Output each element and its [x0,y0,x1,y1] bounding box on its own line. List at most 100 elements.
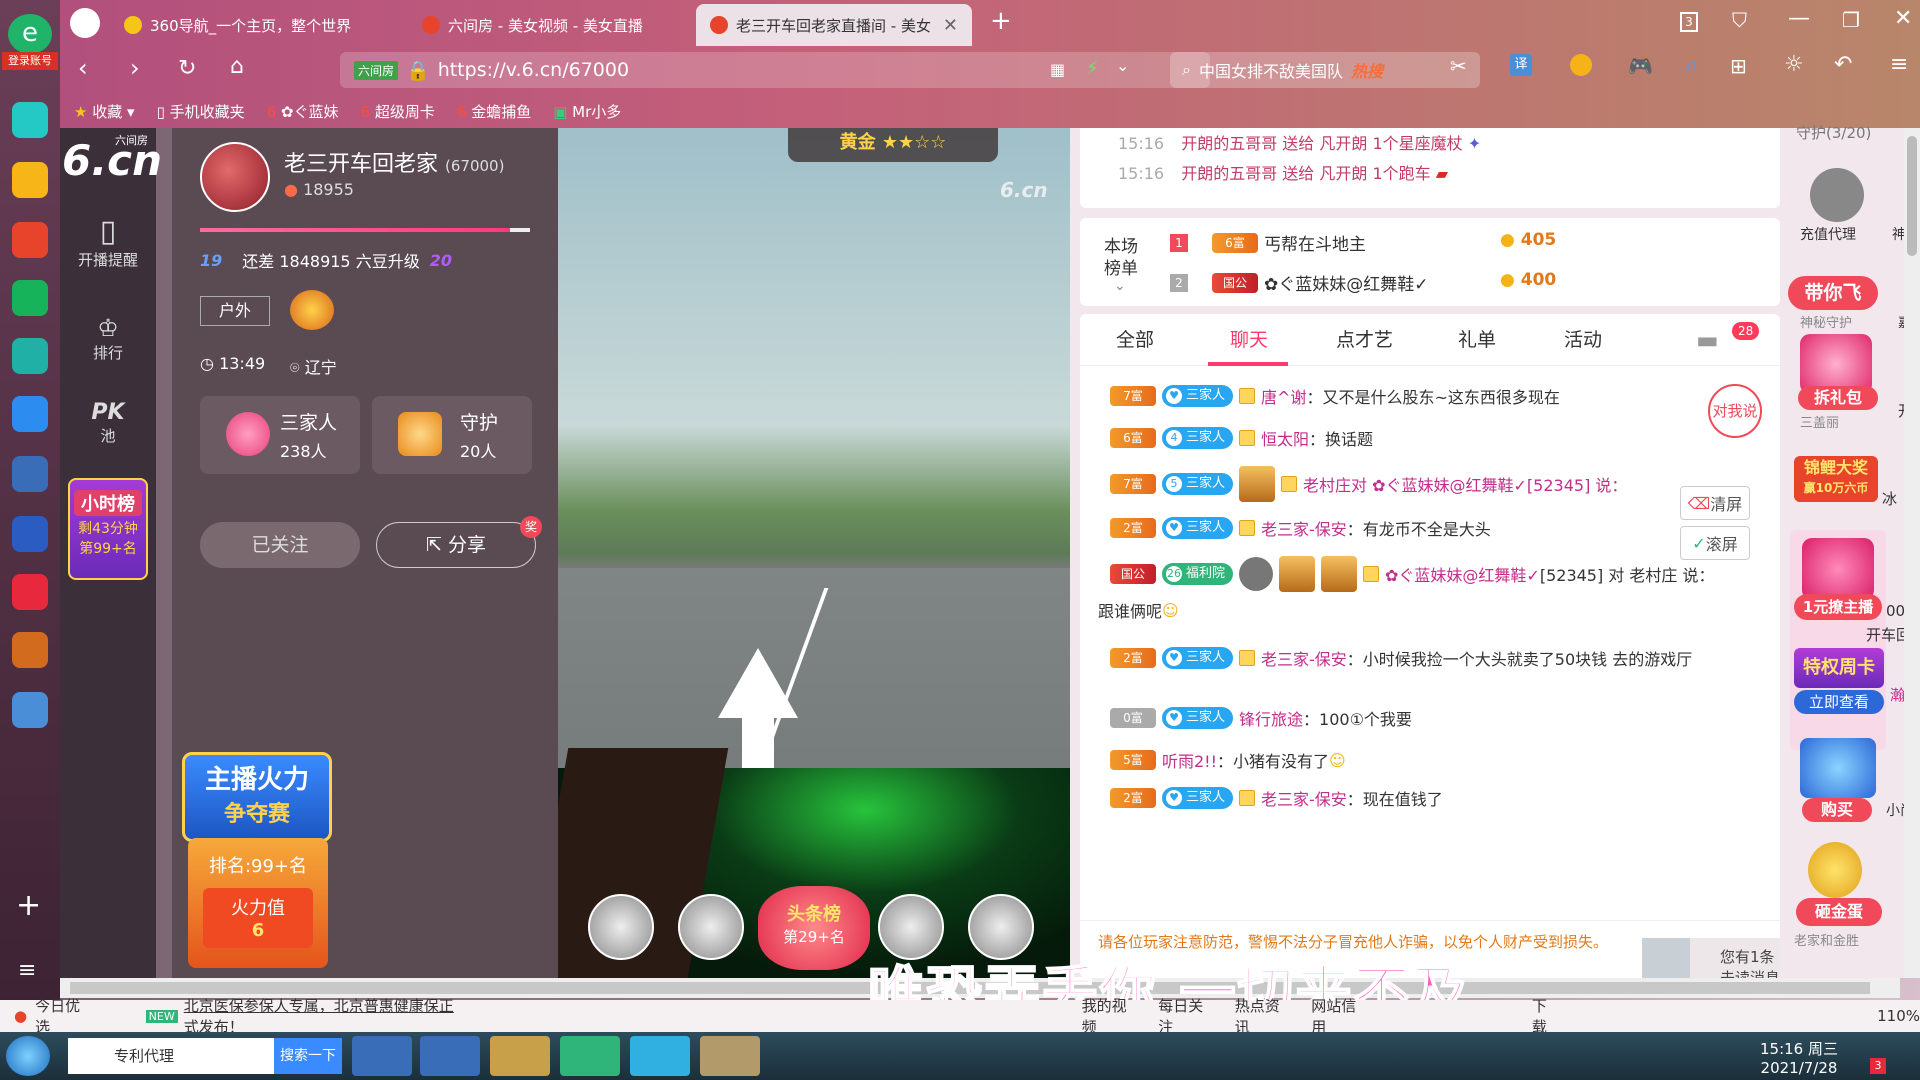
home-icon[interactable]: ⌂ [230,54,244,79]
tab-talent[interactable]: 点才艺 [1336,314,1393,366]
anchor-avatar[interactable] [200,142,270,212]
app-icon-plus[interactable] [12,102,48,138]
p-app-icon[interactable] [12,396,48,432]
notification-badge[interactable]: 3 [1870,1058,1886,1074]
hour-rank-widget[interactable]: 小时榜 剩43分钟 第99+名 [68,478,148,580]
clock[interactable]: 15:16 周三 2021/7/28 [1760,1038,1838,1077]
category-tag[interactable]: 户外 [200,296,270,326]
site-credit-link[interactable]: 网站信用 [1311,995,1362,1037]
skin-icon[interactable]: ⛉ [1732,8,1747,32]
taskbar-media[interactable] [630,1036,690,1076]
guard-avatar[interactable] [1810,168,1864,222]
cloud-icon[interactable] [12,338,48,374]
gift-box-icon[interactable] [1800,334,1872,394]
anchor-promo[interactable]: 1元撩主播 [1794,594,1882,620]
chat-message[interactable]: 5富 听雨2!! ：小猪有没有了 ☺ [1110,748,1346,772]
chat-message[interactable]: 2富 ♥ 三家人 老三家-保安 ：小时候我捡一个大头就卖了50块钱 去的游戏厅 [1110,646,1692,670]
weibo-icon[interactable] [12,222,48,258]
bookmark-weekcard[interactable]: 6 超级周卡 [361,101,435,122]
brightness-icon[interactable]: ☼ [1784,52,1804,77]
chat-message[interactable]: 7富 ♥ 三家人 唐^谢 ：又不是什么股东~这东西很多现在 [1110,384,1560,408]
chat-message[interactable]: 0富 ♥ 三家人 锋行旅途 ：100①个我要 [1110,706,1412,730]
game-icon[interactable]: 🎮 [1628,54,1653,78]
golden-egg-icon[interactable] [1808,842,1862,898]
coin-icon[interactable] [1570,54,1592,76]
viewer-avatar[interactable] [588,894,654,960]
share-button[interactable]: ⇱ 分享 [376,522,536,568]
chat-message[interactable]: 国公 26 福利院 ✿ぐ蓝妹妹@红舞鞋✓ [52345] 对 老村庄 说： [1110,556,1715,592]
menu-icon[interactable]: ≡ [18,958,36,983]
start-button[interactable] [6,1036,50,1076]
navigator-icon[interactable] [70,8,100,38]
taskbar-explorer[interactable] [490,1036,550,1076]
main-menu-icon[interactable]: ≡ [1890,52,1908,77]
bookmark-lanmei[interactable]: 6 ✿ぐ蓝妹 [267,101,339,122]
red-app-icon[interactable] [12,574,48,610]
bookmark-mr[interactable]: ▣ Mr小多 [553,101,621,122]
url-dropdown-icon[interactable]: ⌄ [1116,56,1129,75]
browser-logo-icon[interactable]: e [8,14,52,54]
daily-link[interactable]: 每日关注 [1158,995,1209,1037]
clear-screen-button[interactable]: ⌫ 清屏 [1680,486,1750,520]
chat-message[interactable]: 6富 4 三家人 恒太阳 ：换话题 [1110,426,1373,450]
bookmark-favorites[interactable]: ★ 收藏 ▾ [74,101,135,122]
smash-egg-button[interactable]: 砸金蛋 [1796,898,1882,926]
forward-icon[interactable]: › [130,54,140,82]
bookmark-mobile[interactable]: ▯ 手机收藏夹 [157,101,245,122]
game2-icon[interactable] [12,632,48,668]
taskbar-app[interactable] [700,1036,760,1076]
car-icon[interactable]: ▬ [1696,314,1719,366]
reload-icon[interactable]: ↻ [178,56,196,81]
restore-icon[interactable]: ❐ [1842,8,1860,32]
apps-grid-icon[interactable]: ⊞ [1730,54,1747,78]
fire-contest-widget[interactable]: 主播火力 争夺赛 排名:99+名 火力值 6 [182,752,332,972]
start-live-reminder[interactable]: ▯ 开播提醒 [60,214,156,270]
taskbar-search-button[interactable]: 搜索一下 [274,1038,342,1074]
word-icon[interactable] [12,516,48,552]
download-link[interactable]: 下载 [1532,995,1557,1037]
translate-icon[interactable]: 译 [1510,54,1532,76]
followed-button[interactable]: 已关注 [200,522,360,568]
address-bar[interactable]: 六间房 🔒 https://v.6.cn/67000 [340,52,1210,88]
chat-message[interactable]: 7富 5 三家人 老村庄 对 ✿ぐ蓝妹妹@红舞鞋✓[52345] 说： [1110,466,1627,502]
zoom-level[interactable]: 110% [1877,1007,1920,1025]
new-tab-button[interactable]: + [990,6,1012,36]
hot-news-link[interactable]: 热点资讯 [1235,995,1286,1037]
favorites-icon[interactable] [12,162,48,198]
headline-rank-widget[interactable]: 头条榜 第29+名 [758,886,870,970]
tab-count-icon[interactable]: 3 [1680,12,1698,32]
pk-pool-nav[interactable]: PK 池 [60,400,156,446]
close-tab-icon[interactable]: ✕ [943,15,958,36]
buy-button[interactable]: 购买 [1802,798,1872,822]
guard-card[interactable]: 守护 20人 [372,396,532,474]
heart-gift-icon[interactable] [1802,538,1874,600]
view-now-button[interactable]: 立即查看 [1794,690,1884,714]
undo-icon[interactable]: ↶ [1834,52,1852,77]
rank-nav[interactable]: ♔ 排行 [60,314,156,363]
taskbar-ie[interactable] [420,1036,480,1076]
login-label[interactable]: 登录账号 [2,52,58,70]
speed-icon[interactable]: ⚡ [1086,58,1099,79]
tab-gift-list[interactable]: 礼单 [1458,314,1496,366]
bookmark-fishing[interactable]: 6 金蟾捕鱼 [457,101,531,122]
family-card[interactable]: 三家人 238人 [200,396,360,474]
koi-promo[interactable]: 锦鲤大奖 赢10万六币 [1794,456,1878,502]
taskbar-app-k[interactable] [352,1036,412,1076]
tab-6cn[interactable]: 六间房 - 美女视频 - 美女直播 [408,4,698,46]
taskbar-browser[interactable] [560,1036,620,1076]
qr-icon[interactable]: ▦ [1050,60,1065,79]
rank-row[interactable]: 1 6富 丐帮在斗地主 [1170,230,1484,255]
tab-all[interactable]: 全部 [1116,314,1154,366]
url-text[interactable]: https://v.6.cn/67000 [438,59,629,81]
my-video-link[interactable]: 我的视频 [1082,995,1133,1037]
rank-row[interactable]: 2 国公 ✿ぐ蓝妹妹@红舞鞋✓ [1170,270,1484,295]
expand-chevron-icon[interactable]: ⌄ [1114,278,1126,294]
tab-active-room[interactable]: 老三开车回老家直播间 - 美女 ✕ [696,4,972,46]
fly-promo[interactable]: 带你飞 [1788,276,1878,310]
trophy-icon[interactable] [290,290,334,330]
live-video[interactable]: 黄金 ★★☆☆ 6.cn 头条榜 第29+名 [558,128,1070,978]
chat-message[interactable]: 2富 ♥ 三家人 老三家-保安 ：有龙币不全是大头 [1110,516,1491,540]
site-logo[interactable]: 6.cn [62,136,162,185]
private-chat-button[interactable]: 对我说 [1708,384,1762,438]
tab-chat[interactable]: 聊天 [1208,314,1288,366]
